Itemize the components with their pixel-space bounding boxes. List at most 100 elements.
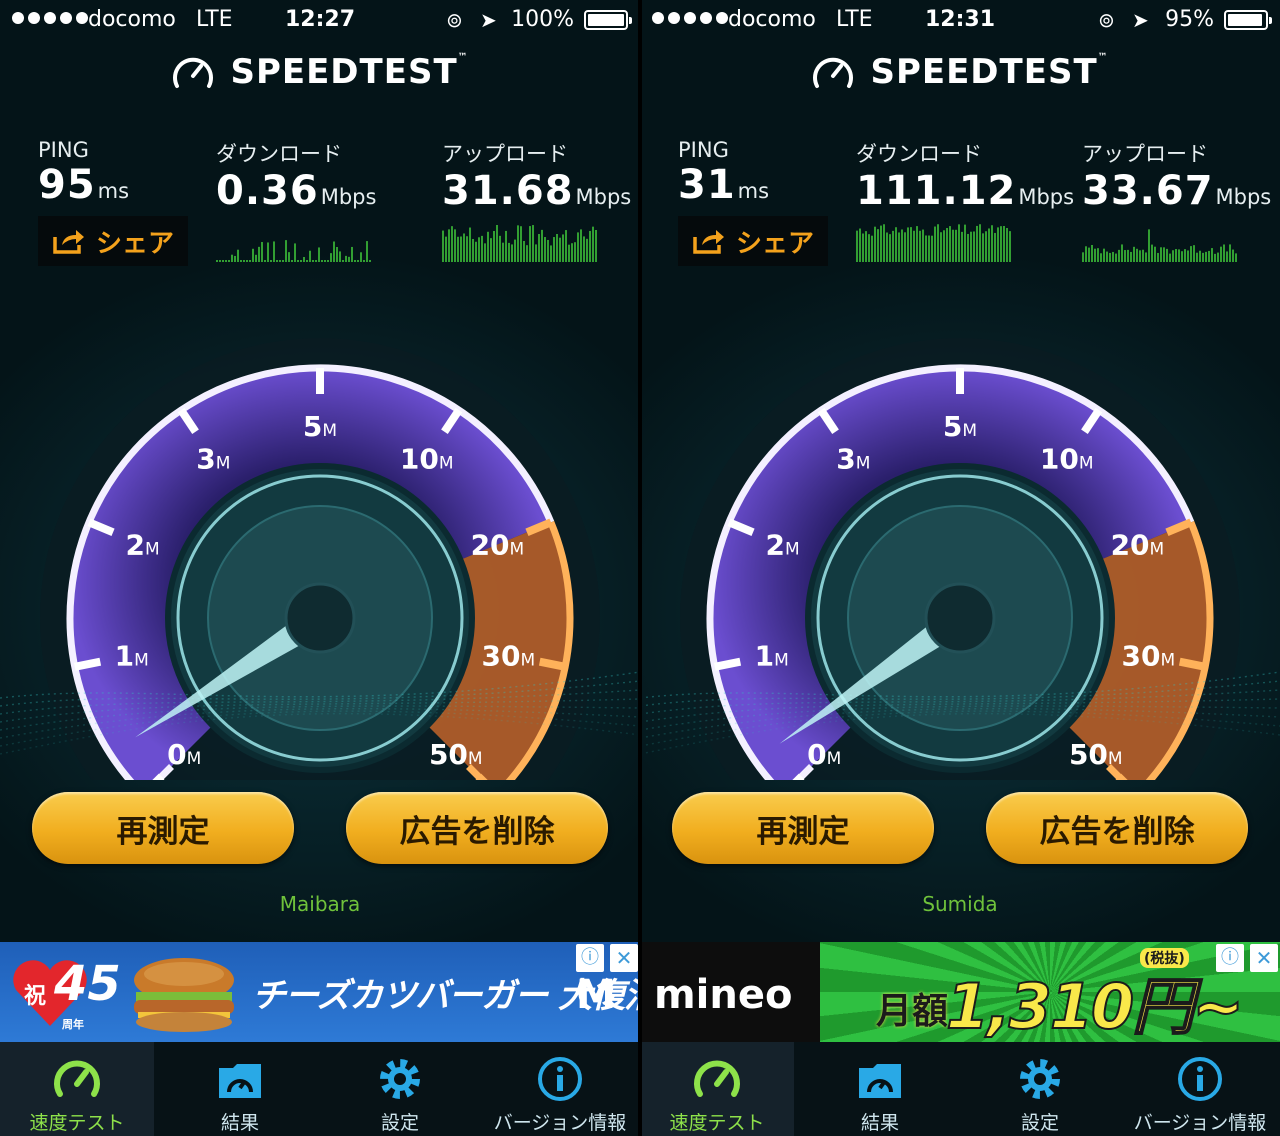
gauge-hub (284, 582, 356, 654)
ad-years: 周年 (62, 1018, 84, 1031)
tab-results[interactable]: 結果 (160, 1042, 320, 1136)
server-name: Sumida (922, 892, 998, 916)
ad-info-icon[interactable]: ⓘ (1216, 944, 1244, 972)
speed-gauge: 0M 1M 2M 3M 5M 10M 20M 30M 50M (0, 300, 640, 780)
download-sparkline (216, 240, 371, 262)
info-icon (538, 1057, 582, 1101)
ad-price-label: 月額 (876, 991, 949, 1032)
retest-button[interactable]: 再測定 (672, 792, 934, 864)
tab-label: 速度テスト (669, 1112, 765, 1134)
upload-sparkline (442, 224, 597, 262)
location-arrow-icon: ➤ (1132, 8, 1149, 32)
tab-speed-test[interactable]: 速度テスト (0, 1042, 154, 1136)
share-label: シェア (735, 228, 814, 259)
gauge-hub (924, 582, 996, 654)
download-label: ダウンロード (216, 142, 342, 166)
upload-stat: アップロード 31.68Mbps (442, 138, 631, 214)
ad-info-icon[interactable]: ⓘ (576, 944, 604, 972)
retest-button[interactable]: 再測定 (32, 792, 294, 864)
share-icon (693, 230, 724, 254)
ad-banner[interactable]: mineo 月額 1,310円~ (税抜) ⓘ ✕ (640, 942, 1280, 1042)
screen-divider (638, 0, 642, 1136)
battery-percent: 95% (1165, 7, 1214, 32)
speed-gauge: 0M 1M 2M 3M 5M 10M 20M 30M 50M (640, 300, 1280, 780)
ping-value: 95 (38, 162, 96, 208)
status-bar: docomo LTE 12:31 ⊚ ➤ 95% (640, 0, 1280, 40)
tab-label: 速度テスト (29, 1112, 125, 1134)
app-title: SPEEDTEST™ (870, 52, 1109, 92)
settings-gear-icon (380, 1059, 420, 1099)
mcdonalds-logo: M (576, 972, 616, 1018)
remove-ads-button[interactable]: 広告を削除 (986, 792, 1248, 864)
tab-results[interactable]: 結果 (800, 1042, 960, 1136)
ad-banner[interactable]: 祝 45 周年 チーズカツバーガー 大復活 M ⓘ ✕ (0, 942, 640, 1042)
download-unit: Mbps (320, 185, 377, 209)
tab-version-info[interactable]: バージョン情報 (480, 1042, 640, 1136)
speed-test-tab-icon (54, 1060, 100, 1097)
download-value: 0.36 (216, 168, 319, 214)
lock-rotation-icon: ⊚ (446, 8, 463, 32)
settings-gear-icon (1020, 1059, 1060, 1099)
location-arrow-icon: ➤ (480, 8, 497, 32)
ad-tax-note: (税抜) (1140, 948, 1189, 968)
battery-percent: 100% (511, 7, 574, 32)
download-value: 111.12 (856, 168, 1017, 214)
ping-label: PING (678, 138, 729, 162)
tab-label: 結果 (220, 1112, 259, 1134)
download-sparkline (856, 224, 1011, 262)
results-folder-icon (859, 1064, 901, 1098)
tab-settings[interactable]: 設定 (960, 1042, 1120, 1136)
tab-label: 設定 (380, 1112, 419, 1134)
upload-value: 33.67 (1082, 168, 1214, 214)
remove-ads-button[interactable]: 広告を削除 (346, 792, 608, 864)
gauge-tick (538, 657, 566, 671)
upload-unit: Mbps (1215, 185, 1272, 209)
upload-sparkline (1082, 229, 1237, 262)
tab-label: 設定 (1020, 1112, 1059, 1134)
gauge-tick (74, 657, 102, 671)
app-header: SPEEDTEST™ (640, 52, 1280, 96)
share-button[interactable]: シェア (678, 216, 828, 266)
share-icon (53, 230, 84, 254)
app-header: SPEEDTEST™ (0, 52, 640, 96)
tab-version-info[interactable]: バージョン情報 (1120, 1042, 1280, 1136)
ad-brand: mineo (654, 972, 793, 1018)
tab-label: バージョン情報 (493, 1112, 627, 1134)
lock-rotation-icon: ⊚ (1098, 8, 1115, 32)
ping-unit: ms (737, 179, 770, 203)
battery-icon (1224, 10, 1272, 30)
ad-celebrate: 祝 (24, 984, 47, 1009)
ad-close-icon[interactable]: ✕ (610, 944, 638, 972)
download-stat: ダウンロード 111.12Mbps (856, 138, 1074, 214)
tab-settings[interactable]: 設定 (320, 1042, 480, 1136)
upload-unit: Mbps (575, 185, 632, 209)
ad-close-icon[interactable]: ✕ (1250, 944, 1278, 972)
tab-speed-test[interactable]: 速度テスト (640, 1042, 794, 1136)
ping-unit: ms (97, 179, 130, 203)
speed-test-tab-icon (694, 1060, 740, 1097)
speedometer-logo-icon (173, 57, 214, 88)
server-name: Maibara (279, 892, 361, 916)
gauge-tick (1178, 657, 1206, 671)
speedtest-screen-left: docomo LTE 12:27 ⊚ ➤ 100% SPEEDTEST™ PIN… (0, 0, 640, 1136)
ad-anniversary: 45 (54, 956, 121, 1012)
ping-label: PING (38, 138, 89, 162)
status-bar: docomo LTE 12:27 ⊚ ➤ 100% (0, 0, 640, 40)
tab-label: 結果 (860, 1112, 899, 1134)
download-stat: ダウンロード 0.36Mbps (216, 138, 376, 214)
speedtest-screen-right: docomo LTE 12:31 ⊚ ➤ 95% SPEEDTEST™ PING… (640, 0, 1280, 1136)
battery-icon (584, 10, 632, 30)
gauge-tick (714, 657, 742, 671)
download-label: ダウンロード (856, 142, 982, 166)
speedometer-logo-icon (813, 57, 854, 88)
upload-stat: アップロード 33.67Mbps (1082, 138, 1271, 214)
download-unit: Mbps (1018, 185, 1075, 209)
ping-stat: PING 31ms (678, 138, 769, 208)
burger-image (134, 958, 234, 1032)
share-button[interactable]: シェア (38, 216, 188, 266)
share-label: シェア (95, 228, 174, 259)
info-icon (1178, 1057, 1222, 1101)
app-title: SPEEDTEST™ (230, 52, 469, 92)
upload-value: 31.68 (442, 168, 574, 214)
tab-bar: 速度テスト 結果 設定 バージョン情報 (0, 1042, 640, 1136)
